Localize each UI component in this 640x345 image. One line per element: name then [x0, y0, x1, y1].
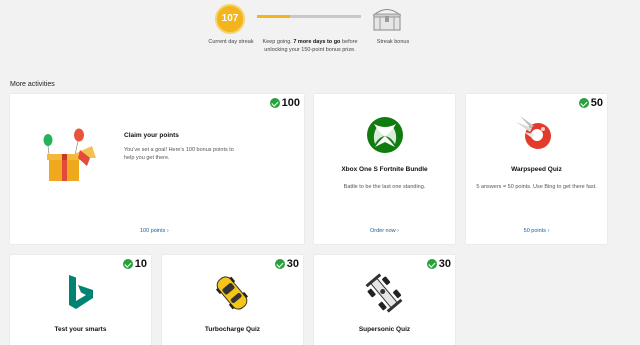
xbox-logo-icon	[367, 117, 403, 153]
points-value: 10	[134, 258, 147, 270]
card-link[interactable]: 50 points ›	[466, 228, 607, 234]
card-description: Battle to be the last one standing.	[343, 184, 426, 190]
points-badge: 10	[122, 258, 147, 270]
card-title: Xbox One S Fortnite Bundle	[341, 166, 428, 173]
points-value: 30	[286, 258, 299, 270]
streak-count: 107	[221, 13, 239, 24]
streak-coin-icon: 107	[215, 4, 245, 34]
card-title: Test your smarts	[54, 326, 107, 333]
yellow-car-icon	[215, 276, 249, 310]
rocket-icon	[516, 116, 551, 149]
points-badge: 30	[426, 258, 451, 270]
points-badge: 100	[269, 97, 300, 109]
streak-panel: 107 Current day streak Keep going. 7 mor…	[0, 0, 640, 60]
card-description: 5 answers = 50 points. Use Bing to get t…	[476, 184, 597, 190]
card-title: Warpspeed Quiz	[511, 166, 562, 173]
points-badge: 30	[274, 258, 299, 270]
treasure-chest-icon	[372, 9, 402, 31]
card-title: Supersonic Quiz	[358, 326, 411, 333]
bing-logo-icon	[69, 275, 93, 309]
card-link-label: 100 points	[140, 228, 166, 234]
race-car-icon	[365, 273, 403, 313]
check-icon	[274, 259, 285, 269]
points-badge: 50	[578, 97, 603, 109]
card-link-label: Order now	[369, 228, 396, 234]
card-supersonic-quiz[interactable]: 30 Supersonic Quiz	[314, 255, 455, 345]
points-value: 30	[438, 258, 451, 270]
card-warpspeed-quiz[interactable]: 50 Warpspeed Quiz 5 answers = 50 points.…	[466, 94, 607, 244]
card-claim-points[interactable]: 100 Claim your points You've set a goal!…	[10, 94, 304, 244]
streak-progress-fill	[257, 15, 291, 18]
card-test-your-smarts[interactable]: 10 Test your smarts	[10, 255, 151, 345]
streak-progress-bar	[257, 15, 361, 18]
card-title: Claim your points	[124, 132, 179, 139]
card-description: You've set a goal! Here's 100 bonus poin…	[124, 147, 234, 161]
check-icon	[426, 259, 437, 269]
check-icon	[578, 98, 589, 108]
gift-box-icon	[43, 128, 96, 181]
streak-message-prefix: Keep going.	[262, 39, 294, 45]
check-icon	[269, 98, 280, 108]
streak-message: Keep going. 7 more days to go before unl…	[254, 38, 366, 54]
card-link[interactable]: Order now ›	[314, 228, 455, 234]
card-xbox-bundle[interactable]: Xbox One S Fortnite Bundle Battle to be …	[314, 94, 455, 244]
streak-bonus-label: Streak bonus	[376, 39, 410, 45]
card-turbocharge-quiz[interactable]: 30 Turbocharge Quiz	[162, 255, 303, 345]
card-link[interactable]: 100 points ›	[140, 228, 169, 234]
check-icon	[122, 259, 133, 269]
card-title: Turbocharge Quiz	[204, 326, 261, 333]
points-value: 100	[281, 97, 300, 109]
streak-message-bold: 7 more days to go	[293, 39, 341, 45]
points-value: 50	[590, 97, 603, 109]
card-link-label: 50 points	[523, 228, 546, 234]
section-title: More activities	[10, 81, 55, 88]
